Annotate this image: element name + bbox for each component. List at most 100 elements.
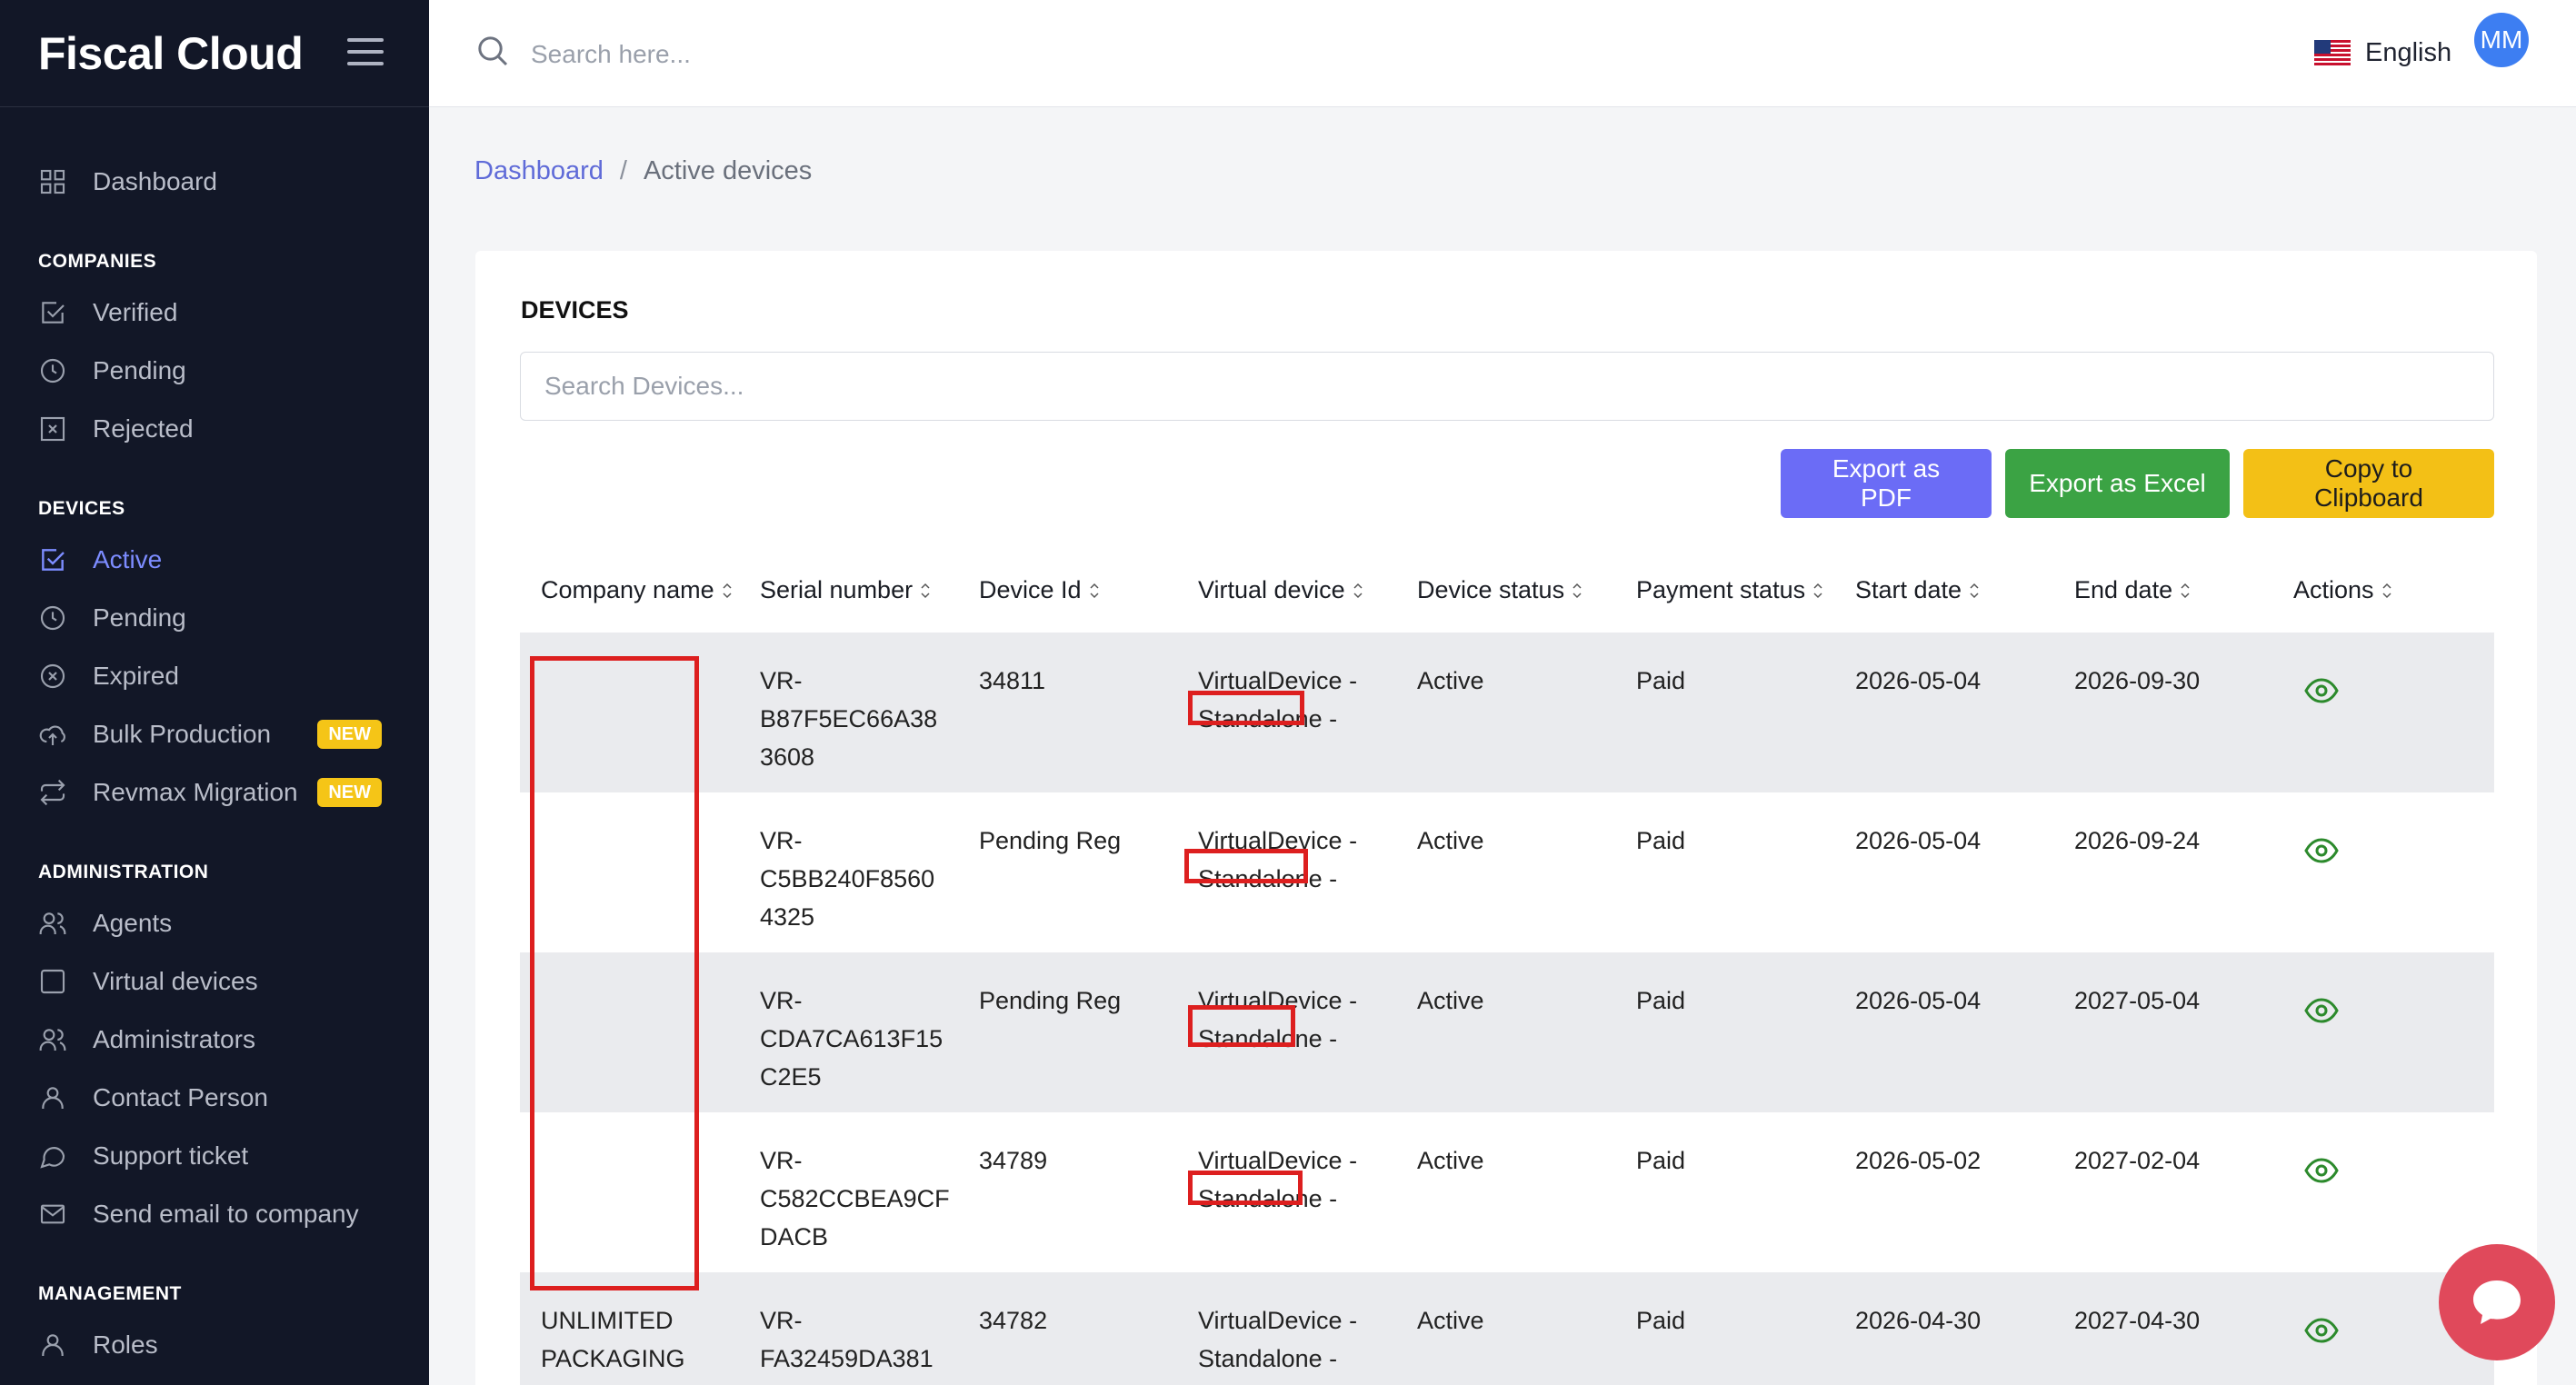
column-label: Payment status <box>1636 576 1806 603</box>
view-eye-icon[interactable] <box>2304 838 2339 863</box>
chat-bubble-icon <box>2473 1280 2521 1324</box>
avatar[interactable]: MM <box>2474 13 2529 67</box>
sidebar-item-expired[interactable]: Expired <box>38 654 402 698</box>
column-actions[interactable]: Actions <box>2293 576 2392 604</box>
sidebar-item-label: Bulk Production <box>93 720 272 748</box>
section-companies: COMPANIES <box>38 251 157 272</box>
menu-toggle-icon[interactable] <box>347 38 384 65</box>
sidebar-item-label: Verified <box>93 298 178 326</box>
export-excel-button[interactable]: Export as Excel <box>2005 449 2230 518</box>
sidebar-item-pending-companies[interactable]: Pending <box>38 349 402 393</box>
upload-cloud-icon <box>38 720 67 749</box>
sidebar-item-revmax-migration[interactable]: Revmax Migration NEW <box>38 771 402 814</box>
column-label: End date <box>2074 576 2173 603</box>
sidebar-item-label: Agents <box>93 909 173 937</box>
column-start-date[interactable]: Start date <box>1855 576 1980 604</box>
table-row: VR- CDA7CA613F15 C2E5 Pending Reg VirtualD… <box>520 952 2494 1112</box>
breadcrumb: Dashboard / Active devices <box>474 156 812 186</box>
payment-status-cell: Paid <box>1636 827 1686 854</box>
column-label: Company name <box>541 576 714 603</box>
column-virtual-device[interactable]: Virtual device <box>1198 576 1363 604</box>
column-company-name[interactable]: Company name <box>541 576 733 604</box>
breadcrumb-dashboard-link[interactable]: Dashboard <box>474 156 604 186</box>
sidebar-item-support-ticket[interactable]: Support ticket <box>38 1134 402 1178</box>
breadcrumb-current: Active devices <box>643 156 813 185</box>
serial-line: VR- <box>760 667 803 694</box>
sort-icon[interactable] <box>1089 582 1100 600</box>
sort-icon[interactable] <box>1969 582 1980 600</box>
sidebar: Fiscal Cloud Dashboard COMPANIES Verifie… <box>0 0 429 1385</box>
export-pdf-button[interactable]: Export as PDF <box>1781 449 1992 518</box>
sidebar-item-pending-devices[interactable]: Pending <box>38 596 402 640</box>
search-icon[interactable] <box>474 33 511 69</box>
serial-number-cell: VR- FA32459DA381 <box>760 1301 934 1378</box>
table-row: VR- C5BB240F8560 4325 Pending Reg VirtualD… <box>520 792 2494 952</box>
view-eye-icon[interactable] <box>2304 678 2339 703</box>
view-eye-icon[interactable] <box>2304 1158 2339 1183</box>
sort-icon[interactable] <box>1353 582 1363 600</box>
serial-line: FA32459DA381 <box>760 1345 934 1372</box>
section-devices: DEVICES <box>38 498 125 519</box>
device-id-cell: 34811 <box>979 667 1046 694</box>
column-payment-status[interactable]: Payment status <box>1636 576 1823 604</box>
serial-line: VR- <box>760 1307 803 1334</box>
sort-icon[interactable] <box>920 582 931 600</box>
check-square-icon <box>38 545 67 574</box>
serial-line: VR- <box>760 827 803 854</box>
sort-icon[interactable] <box>2180 582 2191 600</box>
start-date-cell: 2026-05-04 <box>1855 667 1982 694</box>
sidebar-item-verified[interactable]: Verified <box>38 291 402 334</box>
end-date-cell: 2027-04-30 <box>2074 1307 2201 1334</box>
end-date-cell: 2026-09-24 <box>2074 827 2201 854</box>
devices-table: Company name Serial number Device Id Vir… <box>520 553 2494 1385</box>
sort-icon[interactable] <box>1812 582 1823 600</box>
sidebar-item-send-email[interactable]: Send email to company <box>38 1192 402 1236</box>
sort-icon[interactable] <box>2381 582 2392 600</box>
brand-logo[interactable]: Fiscal Cloud <box>38 27 304 80</box>
sidebar-item-label: Rejected <box>93 414 194 443</box>
sidebar-item-dashboard[interactable]: Dashboard <box>38 160 402 204</box>
global-search-input[interactable] <box>531 36 1076 73</box>
column-end-date[interactable]: End date <box>2074 576 2191 604</box>
sidebar-item-agents[interactable]: Agents <box>38 902 402 945</box>
sidebar-item-label: Virtual devices <box>93 967 258 995</box>
card-title: DEVICES <box>521 296 629 324</box>
language-selector[interactable]: English <box>2314 33 2451 73</box>
serial-line: B87F5EC66A38 <box>760 705 938 732</box>
serial-number-cell: VR- C5BB240F8560 4325 <box>760 822 934 936</box>
sidebar-item-contact-person[interactable]: Contact Person <box>38 1076 402 1120</box>
column-device-status[interactable]: Device status <box>1417 576 1583 604</box>
sidebar-item-label: Administrators <box>93 1025 255 1053</box>
users-icon <box>38 909 67 938</box>
company-name-line: UNLIMITED <box>541 1307 674 1334</box>
view-eye-icon[interactable] <box>2304 998 2339 1023</box>
sidebar-item-virtual-devices[interactable]: Virtual devices <box>38 960 402 1003</box>
table-row: VR- C582CCBEA9CF DACB 34789 VirtualDevice … <box>520 1112 2494 1272</box>
sidebar-item-administrators[interactable]: Administrators <box>38 1018 402 1061</box>
column-label: Start date <box>1855 576 1962 603</box>
sidebar-item-label: Support ticket <box>93 1141 249 1170</box>
us-flag-icon <box>2314 40 2351 65</box>
sidebar-item-bulk-production[interactable]: Bulk Production NEW <box>38 712 402 756</box>
section-administration: ADMINISTRATION <box>38 862 209 882</box>
copy-clipboard-button[interactable]: Copy to Clipboard <box>2243 449 2494 518</box>
virtual-line: Standalone - <box>1198 1345 1338 1372</box>
column-serial-number[interactable]: Serial number <box>760 576 931 604</box>
sort-icon[interactable] <box>722 582 733 600</box>
start-date-cell: 2026-05-04 <box>1855 987 1982 1014</box>
users-icon <box>38 1025 67 1054</box>
chat-button[interactable] <box>2439 1244 2555 1360</box>
sort-icon[interactable] <box>1572 582 1583 600</box>
check-square-icon <box>38 298 67 327</box>
device-search-input[interactable] <box>520 352 2494 421</box>
view-eye-icon[interactable] <box>2304 1318 2339 1343</box>
x-circle-icon <box>38 662 67 691</box>
user-icon <box>38 1330 67 1360</box>
dashboard-icon <box>38 167 67 196</box>
sidebar-item-rejected[interactable]: Rejected <box>38 407 402 451</box>
sidebar-item-roles[interactable]: Roles <box>38 1323 402 1367</box>
end-date-cell: 2027-05-04 <box>2074 987 2201 1014</box>
column-device-id[interactable]: Device Id <box>979 576 1100 604</box>
start-date-cell: 2026-04-30 <box>1855 1307 1982 1334</box>
sidebar-item-active[interactable]: Active <box>38 538 402 582</box>
